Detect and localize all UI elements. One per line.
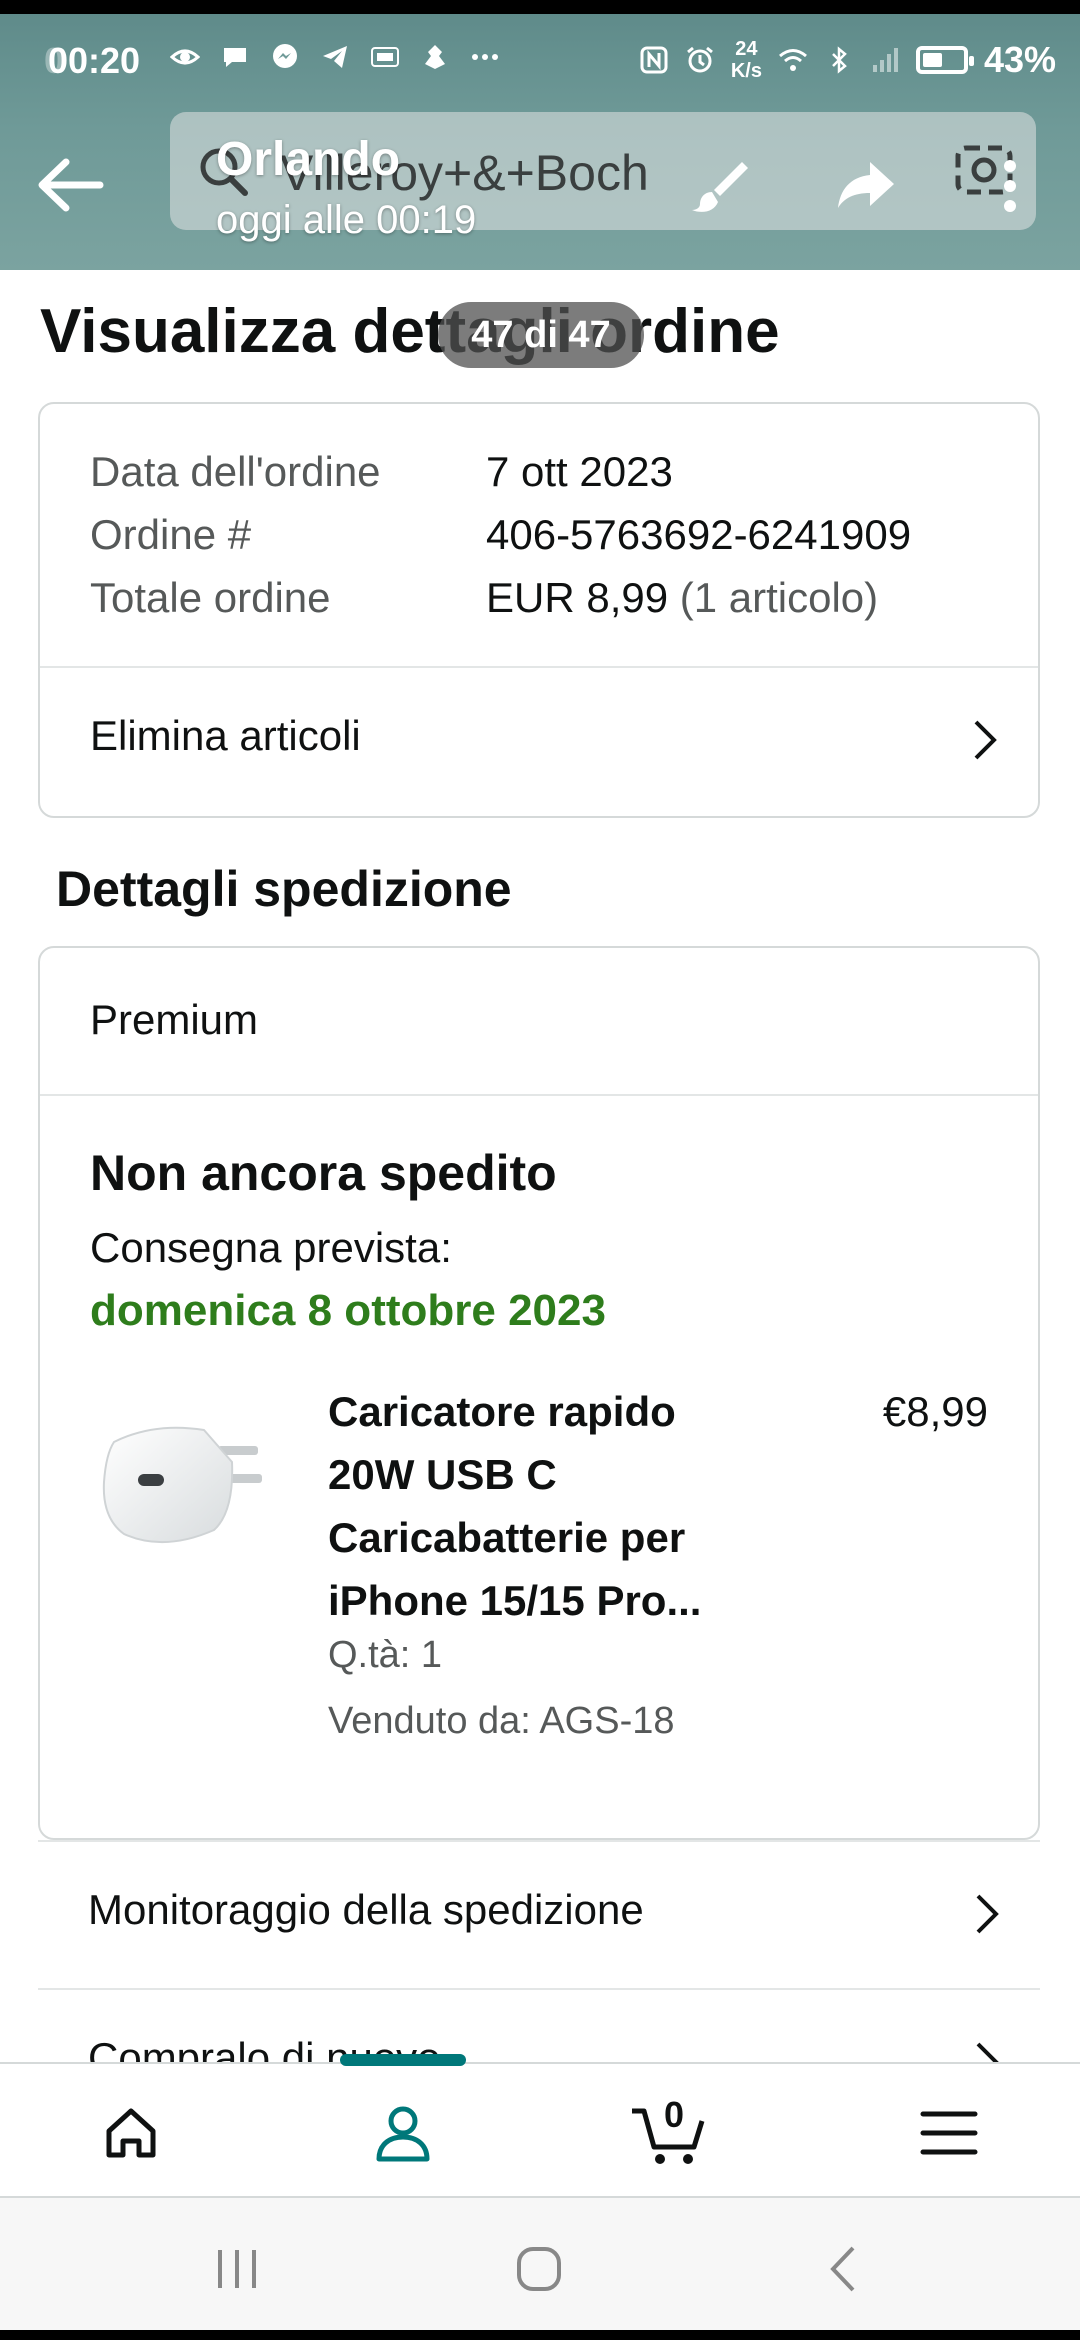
product-quantity: Q.tà: 1 bbox=[328, 1634, 443, 1676]
bottom-black-strip bbox=[0, 2330, 1080, 2340]
eye-icon bbox=[170, 49, 200, 65]
bottom-navigation: 0 bbox=[0, 2062, 1080, 2196]
recents-button[interactable] bbox=[202, 2234, 272, 2304]
notification-icons bbox=[170, 42, 500, 72]
chevron-right-icon bbox=[974, 720, 997, 760]
gallery-title: Orlando bbox=[216, 133, 401, 186]
back-arrow-icon[interactable] bbox=[30, 150, 110, 220]
order-total-label: Totale ordine bbox=[90, 574, 331, 621]
order-date-value: 7 ott 2023 bbox=[486, 448, 673, 495]
status-time: 00:20 bbox=[48, 40, 141, 81]
order-date-label: Data dell'ordine bbox=[90, 448, 381, 495]
order-total-amount: EUR 8,99 bbox=[486, 574, 669, 621]
shipping-card: Premium Non ancora spedito Consegna prev… bbox=[38, 946, 1040, 1840]
chat-bubble-icon bbox=[224, 48, 246, 67]
brush-icon[interactable] bbox=[690, 158, 750, 214]
bluetooth-icon bbox=[832, 46, 847, 74]
net-speed-unit: K/s bbox=[730, 60, 762, 82]
telegram-icon bbox=[323, 46, 347, 68]
net-speed: 24 K/s bbox=[731, 38, 762, 82]
gallery-subtitle: oggi alle 00:19 bbox=[216, 198, 477, 242]
home-icon bbox=[106, 2108, 156, 2158]
order-total-items: (1 articolo) bbox=[668, 574, 879, 621]
more-options-icon[interactable] bbox=[998, 156, 1022, 216]
product-name[interactable]: Caricatore rapido 20W USB C Caricabatter… bbox=[328, 1380, 768, 1632]
nav-home[interactable] bbox=[86, 2088, 176, 2178]
nav-account[interactable] bbox=[358, 2088, 448, 2178]
messenger-icon bbox=[273, 44, 297, 68]
share-icon[interactable] bbox=[836, 160, 896, 210]
system-icons: 24 K/s 43% bbox=[639, 38, 1056, 82]
tracking-row[interactable]: Monitoraggio della spedizione bbox=[38, 1840, 1040, 1988]
shipping-section-title: Dettagli spedizione bbox=[56, 861, 512, 917]
alarm-icon bbox=[686, 46, 713, 73]
signal-icon bbox=[872, 48, 898, 72]
net-speed-value: 24 bbox=[735, 38, 758, 60]
status-bar: 0 00:20 24 K/s 43% bbox=[0, 26, 1080, 96]
top-black-strip bbox=[0, 0, 1080, 14]
battery-icon bbox=[915, 46, 974, 74]
battery-percent: 43% bbox=[983, 39, 1056, 80]
shipping-method: Premium bbox=[90, 996, 259, 1043]
tracking-label: Monitoraggio della spedizione bbox=[88, 1886, 644, 1933]
account-icon bbox=[376, 2106, 430, 2162]
home-circle-icon bbox=[517, 2247, 561, 2291]
image-counter: 47 di 47 bbox=[438, 302, 644, 368]
wifi-icon bbox=[778, 49, 807, 71]
delivery-label: Consegna prevista: bbox=[90, 1224, 452, 1271]
shipping-status: Non ancora spedito bbox=[90, 1145, 557, 1201]
order-total-value: EUR 8,99 (1 articolo) bbox=[486, 574, 878, 622]
order-summary-card: Data dell'ordine 7 ott 2023 Ordine # 406… bbox=[38, 402, 1040, 818]
more-dots-icon bbox=[472, 54, 498, 60]
delete-items-row[interactable]: Elimina articoli bbox=[40, 668, 1038, 816]
system-navigation-bar bbox=[0, 2196, 1080, 2330]
cart-count: 0 bbox=[664, 2094, 685, 2135]
delete-items-label: Elimina articoli bbox=[90, 712, 361, 759]
product-seller: Venduto da: AGS-18 bbox=[328, 1700, 675, 1742]
home-button[interactable] bbox=[504, 2234, 574, 2304]
active-tab-indicator bbox=[340, 2054, 466, 2066]
nav-cart[interactable]: 0 bbox=[626, 2088, 716, 2178]
product-image[interactable] bbox=[94, 1402, 284, 1562]
page-title: Visualizza dettagli ordine bbox=[40, 297, 780, 366]
recents-icon bbox=[218, 2250, 256, 2288]
alien-icon bbox=[425, 45, 445, 69]
order-number-value: 406-5763692-6241909 bbox=[486, 511, 912, 558]
hamburger-menu-icon bbox=[920, 2111, 978, 2155]
back-button[interactable] bbox=[808, 2234, 878, 2304]
order-number-label: Ordine # bbox=[90, 511, 252, 558]
card-divider bbox=[40, 1094, 1038, 1096]
chevron-right-icon bbox=[976, 1894, 999, 1934]
temu-icon bbox=[371, 47, 399, 67]
back-chevron-icon bbox=[830, 2246, 855, 2292]
nav-menu[interactable] bbox=[904, 2088, 994, 2178]
delivery-date: domenica 8 ottobre 2023 bbox=[90, 1286, 606, 1335]
nfc-icon bbox=[640, 46, 668, 74]
product-price: €8,99 bbox=[882, 1388, 988, 1435]
